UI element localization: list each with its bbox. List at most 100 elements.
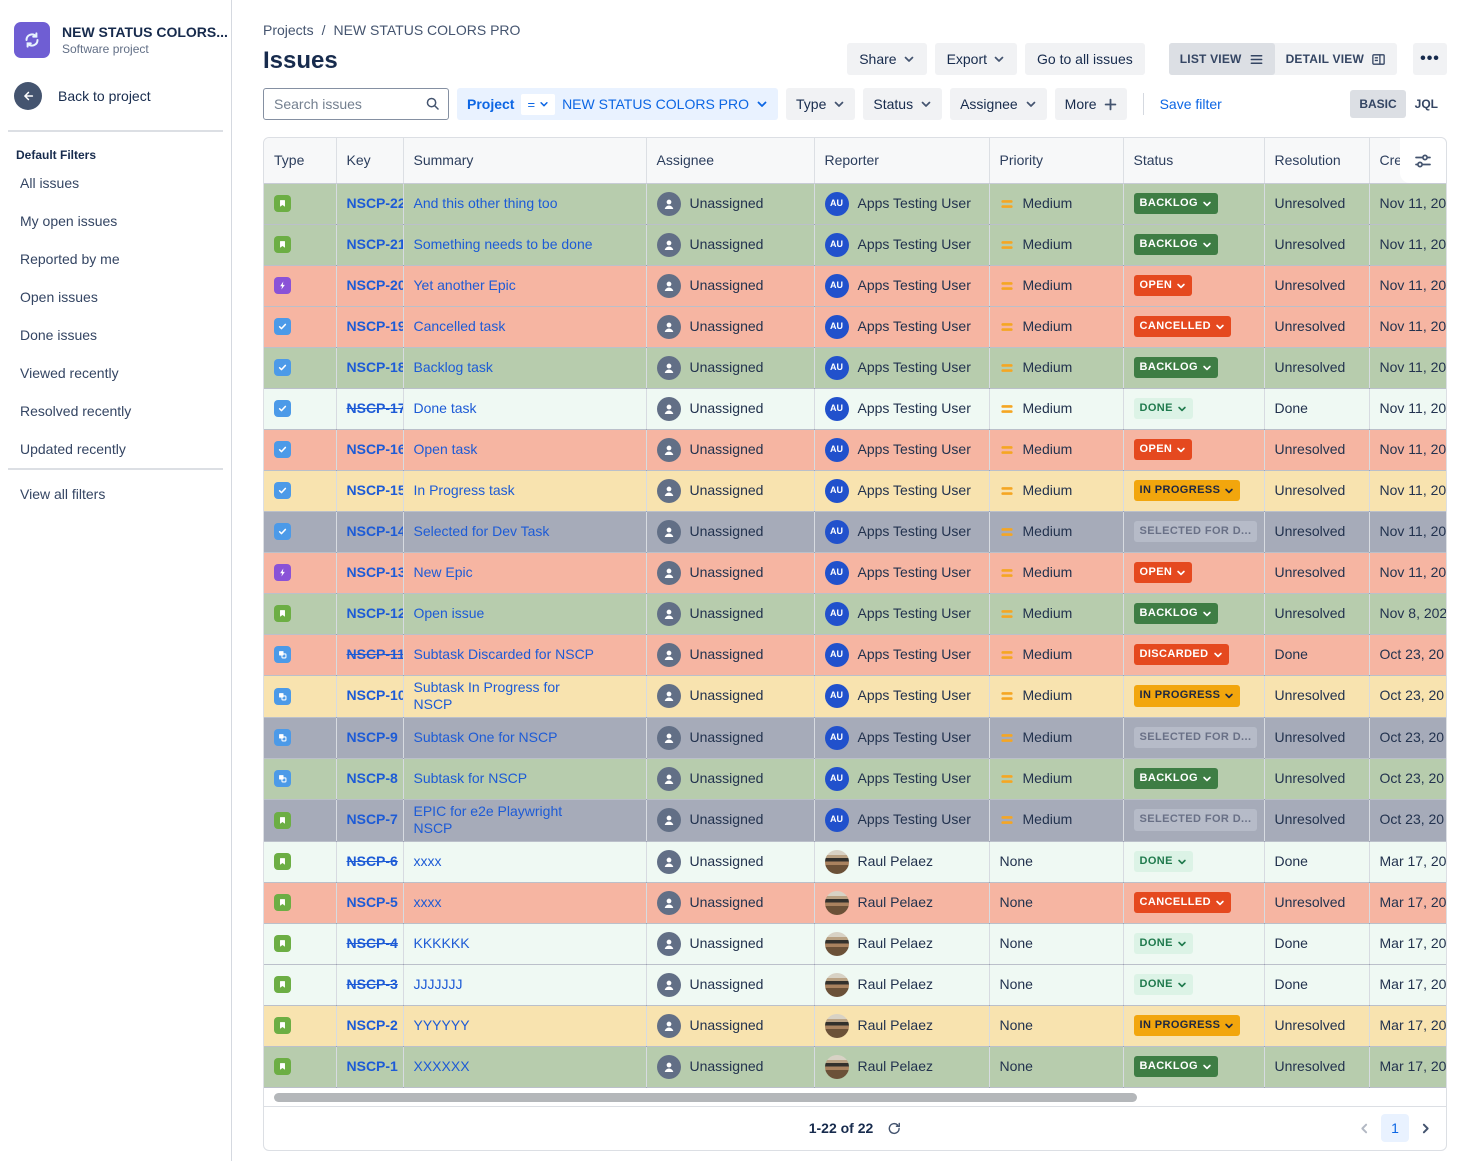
more-actions-button[interactable]: ••• bbox=[1413, 43, 1447, 75]
issue-summary-link[interactable]: YYYYYY bbox=[414, 1017, 470, 1033]
cell-reporter[interactable]: AUApps Testing User bbox=[814, 675, 989, 717]
issue-key-link[interactable]: NSCP-3 bbox=[347, 976, 398, 992]
issue-key-link[interactable]: NSCP-20 bbox=[347, 277, 404, 293]
status-badge[interactable]: BACKLOG bbox=[1134, 357, 1218, 379]
issue-key-link[interactable]: NSCP-19 bbox=[347, 318, 404, 334]
column-header-reporter[interactable]: Reporter bbox=[814, 138, 989, 183]
issue-summary-link[interactable]: Something needs to be done bbox=[414, 236, 593, 252]
filter-chip-assignee[interactable]: Assignee bbox=[950, 88, 1047, 120]
cell-reporter[interactable]: Raul Pelaez bbox=[814, 882, 989, 923]
cell-assignee[interactable]: Unassigned bbox=[646, 470, 814, 511]
issue-key-link[interactable]: NSCP-16 bbox=[347, 441, 404, 457]
issue-summary-link[interactable]: In Progress task bbox=[414, 482, 515, 498]
share-button[interactable]: Share bbox=[847, 43, 926, 75]
status-badge[interactable]: SELECTED FOR D... bbox=[1134, 521, 1258, 543]
cell-reporter[interactable]: AUApps Testing User bbox=[814, 634, 989, 675]
cell-assignee[interactable]: Unassigned bbox=[646, 717, 814, 758]
cell-assignee[interactable]: Unassigned bbox=[646, 882, 814, 923]
issue-summary-link[interactable]: Subtask for NSCP bbox=[414, 770, 528, 786]
issue-key-link[interactable]: NSCP-5 bbox=[347, 894, 398, 910]
status-badge[interactable]: IN PROGRESS bbox=[1134, 480, 1241, 502]
issue-key-link[interactable]: NSCP-9 bbox=[347, 729, 398, 745]
issue-key-link[interactable]: NSCP-4 bbox=[347, 935, 398, 951]
status-badge[interactable]: BACKLOG bbox=[1134, 234, 1218, 256]
status-badge[interactable]: CANCELLED bbox=[1134, 892, 1231, 914]
sidebar-item-my-open-issues[interactable]: My open issues bbox=[0, 202, 231, 240]
issue-summary-link[interactable]: JJJJJJJ bbox=[414, 976, 463, 992]
cell-assignee[interactable]: Unassigned bbox=[646, 388, 814, 429]
cell-assignee[interactable]: Unassigned bbox=[646, 429, 814, 470]
cell-assignee[interactable]: Unassigned bbox=[646, 634, 814, 675]
column-header-assignee[interactable]: Assignee bbox=[646, 138, 814, 183]
cell-reporter[interactable]: Raul Pelaez bbox=[814, 1005, 989, 1046]
issue-key-link[interactable]: NSCP-7 bbox=[347, 811, 398, 827]
status-badge[interactable]: OPEN bbox=[1134, 275, 1193, 297]
sidebar-item-reported-by-me[interactable]: Reported by me bbox=[0, 240, 231, 278]
filter-chip-type[interactable]: Type bbox=[786, 88, 855, 120]
issue-key-link[interactable]: NSCP-13 bbox=[347, 564, 404, 580]
issue-summary-link[interactable]: Backlog task bbox=[414, 359, 493, 375]
sidebar-item-done-issues[interactable]: Done issues bbox=[0, 316, 231, 354]
status-badge[interactable]: BACKLOG bbox=[1134, 193, 1218, 215]
issue-key-link[interactable]: NSCP-1 bbox=[347, 1058, 398, 1074]
issue-summary-link[interactable]: EPIC for e2e Playwright NSCP bbox=[414, 803, 563, 837]
column-header-type[interactable]: Type bbox=[264, 138, 336, 183]
cell-assignee[interactable]: Unassigned bbox=[646, 347, 814, 388]
issue-summary-link[interactable]: xxxx bbox=[414, 894, 442, 910]
cell-reporter[interactable]: Raul Pelaez bbox=[814, 841, 989, 882]
column-header-resolution[interactable]: Resolution bbox=[1264, 138, 1369, 183]
cell-reporter[interactable]: AUApps Testing User bbox=[814, 429, 989, 470]
issue-summary-link[interactable]: Open task bbox=[414, 441, 478, 457]
issue-key-link[interactable]: NSCP-10 bbox=[347, 687, 404, 703]
issue-summary-link[interactable]: New Epic bbox=[414, 564, 473, 580]
cell-reporter[interactable]: AUApps Testing User bbox=[814, 758, 989, 799]
status-badge[interactable]: DONE bbox=[1134, 974, 1193, 996]
issue-key-link[interactable]: NSCP-17 bbox=[347, 400, 404, 416]
jql-mode-button[interactable]: JQL bbox=[1406, 90, 1447, 118]
status-badge[interactable]: OPEN bbox=[1134, 562, 1193, 584]
cell-reporter[interactable]: Raul Pelaez bbox=[814, 1046, 989, 1087]
column-header-summary[interactable]: Summary bbox=[403, 138, 646, 183]
column-header-status[interactable]: Status bbox=[1123, 138, 1264, 183]
issue-key-link[interactable]: NSCP-14 bbox=[347, 523, 404, 539]
issue-key-link[interactable]: NSCP-11 bbox=[347, 646, 404, 662]
page-number-button[interactable]: 1 bbox=[1381, 1114, 1409, 1142]
cell-assignee[interactable]: Unassigned bbox=[646, 183, 814, 224]
issue-summary-link[interactable]: Open issue bbox=[414, 605, 485, 621]
sidebar-item-updated-recently[interactable]: Updated recently bbox=[0, 430, 231, 468]
cell-reporter[interactable]: AUApps Testing User bbox=[814, 388, 989, 429]
status-badge[interactable]: IN PROGRESS bbox=[1134, 1015, 1241, 1037]
cell-reporter[interactable]: AUApps Testing User bbox=[814, 183, 989, 224]
save-filter-link[interactable]: Save filter bbox=[1160, 96, 1222, 112]
cell-reporter[interactable]: AUApps Testing User bbox=[814, 265, 989, 306]
cell-assignee[interactable]: Unassigned bbox=[646, 593, 814, 634]
export-button[interactable]: Export bbox=[935, 43, 1017, 75]
cell-assignee[interactable]: Unassigned bbox=[646, 923, 814, 964]
cell-reporter[interactable]: AUApps Testing User bbox=[814, 347, 989, 388]
cell-assignee[interactable]: Unassigned bbox=[646, 265, 814, 306]
issue-key-link[interactable]: NSCP-21 bbox=[347, 236, 404, 252]
cell-reporter[interactable]: AUApps Testing User bbox=[814, 717, 989, 758]
issue-key-link[interactable]: NSCP-6 bbox=[347, 853, 398, 869]
project-operator-dropdown[interactable]: = bbox=[521, 94, 555, 115]
go-to-all-issues-button[interactable]: Go to all issues bbox=[1025, 43, 1145, 75]
sidebar-item-all-issues[interactable]: All issues bbox=[0, 164, 231, 202]
issue-summary-link[interactable]: XXXXXX bbox=[414, 1058, 470, 1074]
cell-assignee[interactable]: Unassigned bbox=[646, 758, 814, 799]
status-badge[interactable]: OPEN bbox=[1134, 439, 1193, 461]
status-badge[interactable]: DONE bbox=[1134, 851, 1193, 873]
cell-assignee[interactable]: Unassigned bbox=[646, 552, 814, 593]
sidebar-item-resolved-recently[interactable]: Resolved recently bbox=[0, 392, 231, 430]
status-badge[interactable]: DONE bbox=[1134, 398, 1193, 420]
issue-summary-link[interactable]: Subtask In Progress for NSCP bbox=[414, 679, 560, 713]
cell-reporter[interactable]: AUApps Testing User bbox=[814, 224, 989, 265]
issue-summary-link[interactable]: Selected for Dev Task bbox=[414, 523, 550, 539]
next-page-button[interactable] bbox=[1415, 1118, 1436, 1139]
cell-assignee[interactable]: Unassigned bbox=[646, 841, 814, 882]
search-input[interactable] bbox=[263, 88, 449, 120]
list-view-tab[interactable]: LIST VIEW bbox=[1169, 43, 1275, 75]
cell-assignee[interactable]: Unassigned bbox=[646, 1046, 814, 1087]
status-badge[interactable]: BACKLOG bbox=[1134, 768, 1218, 790]
scrollbar-thumb[interactable] bbox=[274, 1093, 1137, 1102]
cell-assignee[interactable]: Unassigned bbox=[646, 964, 814, 1005]
